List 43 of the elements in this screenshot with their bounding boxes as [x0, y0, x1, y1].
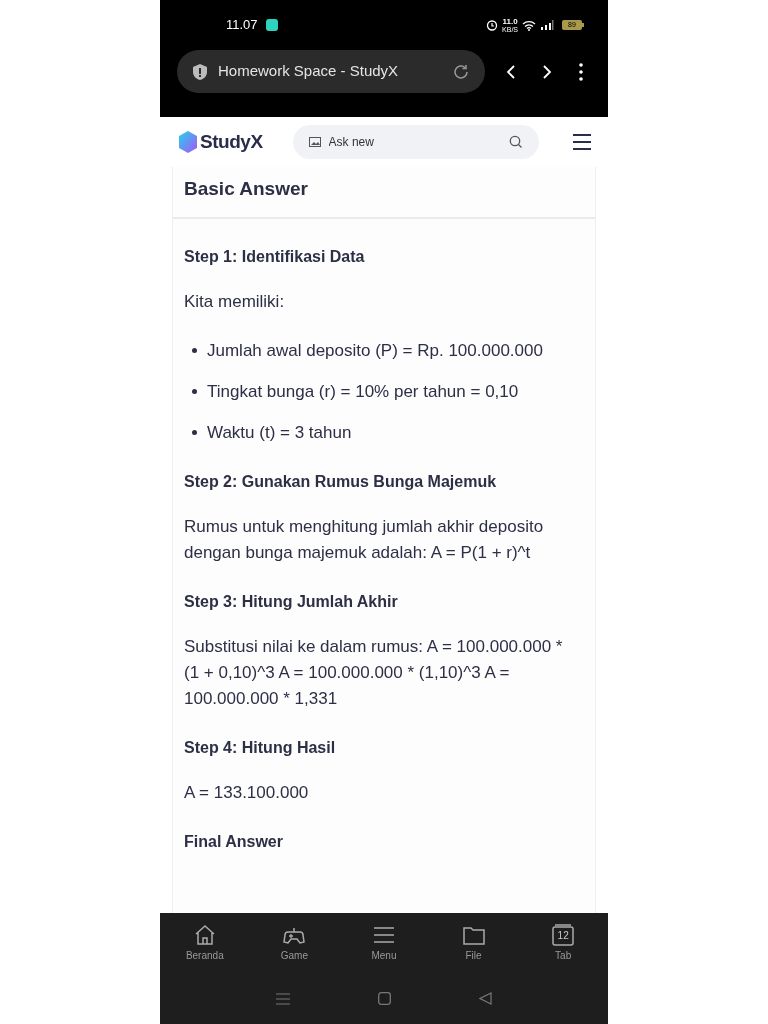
bullet-icon: [192, 348, 197, 353]
page-title: Homework Space - StudyX: [218, 61, 400, 82]
answer-paragraph: Substitusi nilai ke dalam rumus: A = 100.000.000 * (1 + 0,10)^3 A = 100.000.000 * (1,10)^3 A = 100.000.000 * 1,331: [184, 636, 564, 710]
signal-icon: [540, 20, 554, 30]
nav-label[interactable]: Tab: [555, 947, 572, 963]
answer-paragraph: Rumus untuk menghitung jumlah akhir deposito dengan bunga majemuk adalah: A = P(1 + r)^t: [184, 516, 545, 564]
answer-title: Basic Answer: [184, 178, 308, 199]
step-heading: Step 2: Gunakan Rumus Bunga Majemuk: [184, 472, 498, 492]
more-icon[interactable]: [579, 62, 583, 81]
step-heading: Step 1: Identifikasi Data: [184, 247, 366, 267]
reload-icon[interactable]: [452, 62, 470, 81]
nav-label[interactable]: File: [465, 947, 482, 963]
logo-text: StudyX: [200, 129, 263, 154]
step-heading: Step 3: Hitung Jumlah Akhir: [184, 592, 399, 612]
list-item: Jumlah awal deposito (P) = Rp. 100.000.000: [207, 340, 543, 362]
nav-label[interactable]: Beranda: [185, 947, 224, 963]
list-item: Waktu (t) = 3 tahun: [207, 422, 352, 444]
answer-paragraph: Kita memiliki:: [184, 291, 286, 313]
status-time: 11.07: [226, 16, 258, 35]
search-field[interactable]: Ask new: [292, 125, 539, 159]
step-heading: Step 4: Hitung Hasil: [184, 738, 337, 758]
image-icon: [308, 137, 321, 147]
forward-icon[interactable]: [541, 63, 553, 80]
shield-icon: [192, 62, 208, 81]
nav-label[interactable]: Menu: [371, 947, 397, 963]
home-button-icon[interactable]: [378, 992, 391, 1005]
list-item: Tingkat bunga (r) = 10% per tahun = 0,10: [207, 381, 519, 403]
back-icon[interactable]: [505, 63, 517, 80]
address-bar[interactable]: Homework Space - StudyX: [177, 50, 485, 93]
wifi-icon: [522, 19, 536, 31]
logo-icon: [177, 130, 199, 154]
back-button-icon[interactable]: [479, 992, 492, 1005]
bullet-icon: [192, 430, 197, 435]
answer-paragraph: A = 133.100.000: [184, 782, 310, 804]
alarm-icon: [486, 19, 499, 31]
tabs-icon[interactable]: 12: [552, 923, 575, 946]
chat-notification-icon: [265, 19, 278, 31]
bullet-icon: [192, 389, 197, 394]
home-icon[interactable]: [193, 923, 216, 946]
search-icon[interactable]: [508, 135, 523, 149]
menu-icon[interactable]: [573, 133, 591, 151]
nav-label[interactable]: Game: [280, 947, 308, 963]
step-heading: Final Answer: [184, 832, 284, 852]
